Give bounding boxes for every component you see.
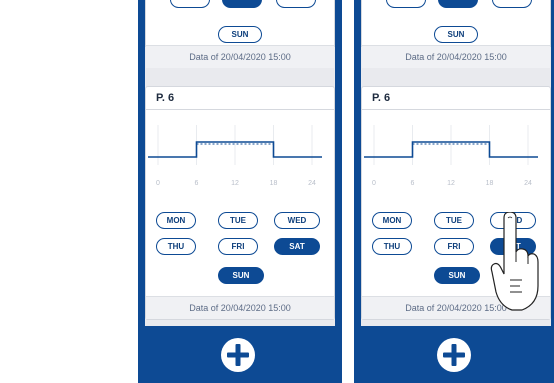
hour-tick-label: 0 (156, 180, 160, 187)
hour-tick-labels: 0 6 12 18 24 (372, 180, 532, 187)
phone-screen-after: SUN Data of 20/04/2020 15:00 P. 6 0 6 12 18… (354, 0, 554, 383)
day-pill-tue[interactable]: TUE (434, 212, 474, 229)
day-pill-wed[interactable]: WED (490, 212, 536, 229)
day-pill-sun[interactable]: SUN (434, 267, 480, 284)
day-pill-fri[interactable]: FRI (218, 238, 258, 255)
day-pill-sat[interactable]: SAT (274, 238, 320, 255)
data-timestamp: Data of 20/04/2020 15:00 (362, 296, 550, 319)
program-title: P. 6 (146, 87, 334, 110)
plus-circle-icon[interactable] (220, 337, 256, 373)
data-timestamp: Data of 20/04/2020 15:00 (362, 45, 550, 68)
program-card-p6: P. 6 0 6 12 18 24 MON TUE WED THU FRI SAT SU… (145, 86, 335, 320)
day-pill-sun[interactable]: SUN (434, 26, 478, 43)
hour-tick-label: 24 (308, 180, 316, 187)
data-timestamp: Data of 20/04/2020 15:00 (146, 45, 334, 68)
hour-tick-label: 18 (486, 180, 494, 187)
day-pill-tue[interactable]: TUE (218, 212, 258, 229)
schedule-chart: 0 6 12 18 24 (148, 125, 322, 187)
previous-program-card: SUN Data of 20/04/2020 15:00 (361, 0, 551, 68)
day-pill-sat[interactable]: SAT (490, 238, 536, 255)
day-pill-fri[interactable]: FRI (434, 238, 474, 255)
program-title: P. 6 (362, 87, 550, 110)
plus-circle-icon[interactable] (436, 337, 472, 373)
day-pill-partial-active[interactable] (222, 0, 262, 8)
program-card-p6: P. 6 0 6 12 18 24 MON TUE WED THU FRI SAT SU… (361, 86, 551, 320)
program-list: SUN Data of 20/04/2020 15:00 P. 6 0 6 12 18… (145, 0, 335, 326)
hour-tick-labels: 0 6 12 18 24 (156, 180, 316, 187)
day-pill-mon[interactable]: MON (372, 212, 412, 229)
program-list: SUN Data of 20/04/2020 15:00 P. 6 0 6 12 18… (361, 0, 551, 326)
schedule-chart: 0 6 12 18 24 (364, 125, 538, 187)
chart-gridlines (373, 125, 529, 165)
hour-tick-label: 6 (195, 180, 199, 187)
hour-tick-label: 12 (447, 180, 455, 187)
hour-tick-label: 12 (231, 180, 239, 187)
day-pill-partial[interactable] (170, 0, 210, 8)
day-pill-thu[interactable]: THU (156, 238, 196, 255)
hour-tick-label: 0 (372, 180, 376, 187)
day-pill-partial[interactable] (386, 0, 426, 8)
day-pill-partial[interactable] (492, 0, 532, 8)
hour-tick-label: 6 (411, 180, 415, 187)
chart-gridlines (157, 125, 313, 165)
data-timestamp: Data of 20/04/2020 15:00 (146, 296, 334, 319)
hour-tick-label: 18 (270, 180, 278, 187)
day-pill-sun[interactable]: SUN (218, 267, 264, 284)
phone-screen-before: SUN Data of 20/04/2020 15:00 P. 6 0 6 12 18… (138, 0, 342, 383)
day-pill-wed[interactable]: WED (274, 212, 320, 229)
day-pill-partial-active[interactable] (438, 0, 478, 8)
day-pill-partial[interactable] (276, 0, 316, 8)
day-pill-mon[interactable]: MON (156, 212, 196, 229)
hour-tick-label: 24 (524, 180, 532, 187)
day-pill-thu[interactable]: THU (372, 238, 412, 255)
previous-program-card: SUN Data of 20/04/2020 15:00 (145, 0, 335, 68)
day-pill-sun[interactable]: SUN (218, 26, 262, 43)
